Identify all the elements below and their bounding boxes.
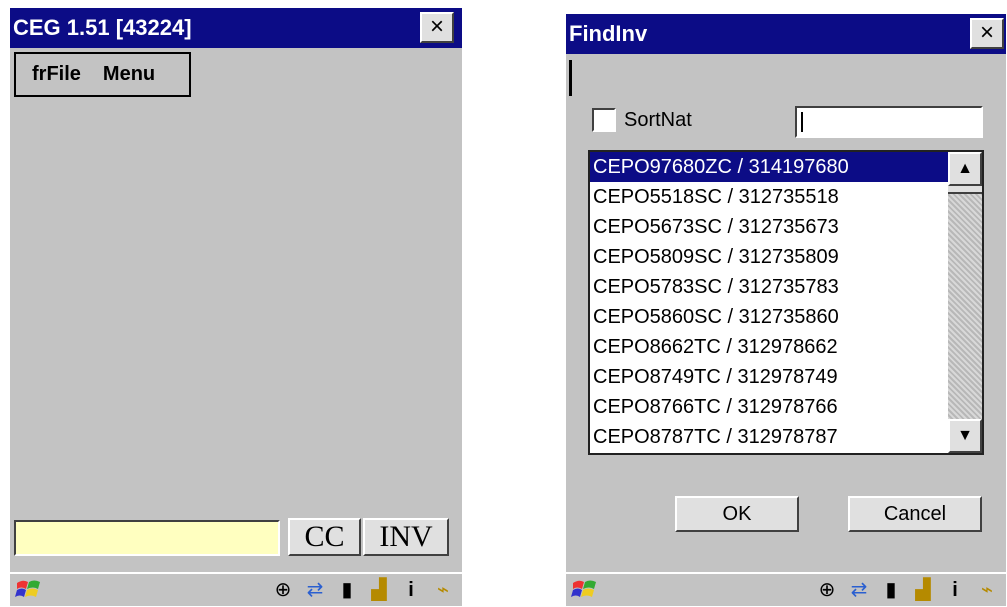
cc-button[interactable]: CC bbox=[288, 518, 361, 556]
battery-icon[interactable]: ▟ bbox=[366, 577, 392, 603]
search-cursor bbox=[801, 112, 803, 132]
left-screen: CEG 1.51 [43224] × frFile Menu CC INV ⊕ … bbox=[10, 8, 462, 606]
menu-bar: frFile Menu bbox=[14, 52, 191, 97]
right-screen: FindInv × SortNat CEPO97680ZC / 31419768… bbox=[566, 14, 1006, 606]
close-button[interactable]: × bbox=[420, 12, 454, 43]
arrow-up-icon: ▲ bbox=[957, 160, 973, 177]
findinv-close-button[interactable]: × bbox=[970, 18, 1004, 49]
scroll-thumb[interactable] bbox=[948, 186, 982, 194]
sortnat-label: SortNat bbox=[624, 109, 692, 131]
info-icon[interactable]: i bbox=[942, 577, 968, 603]
taskbar: ⊕ ⇄ ▮ ▟ i ⌁ bbox=[566, 572, 1006, 606]
taskbar: ⊕ ⇄ ▮ ▟ i ⌁ bbox=[10, 572, 462, 606]
ok-button[interactable]: OK bbox=[675, 496, 799, 532]
list-item[interactable]: CEPO5860SC / 312735860 bbox=[590, 302, 948, 332]
power-plug-icon[interactable]: ⌁ bbox=[430, 577, 456, 603]
sortnat-checkbox[interactable] bbox=[592, 108, 616, 132]
vertical-scrollbar[interactable]: ▲ ▼ bbox=[948, 152, 982, 453]
text-cursor bbox=[569, 60, 572, 96]
cancel-button[interactable]: Cancel bbox=[848, 496, 982, 532]
window-title: CEG 1.51 [43224] bbox=[13, 15, 192, 40]
list-rows: CEPO97680ZC / 314197680 CEPO5518SC / 312… bbox=[590, 152, 948, 452]
list-item[interactable]: CEPO8662TC / 312978662 bbox=[590, 332, 948, 362]
network-icon[interactable]: ⊕ bbox=[814, 577, 840, 603]
info-icon[interactable]: i bbox=[398, 577, 424, 603]
close-icon: × bbox=[979, 19, 994, 46]
top-input[interactable] bbox=[569, 60, 989, 96]
menu-item-frfile[interactable]: frFile bbox=[32, 63, 81, 86]
inv-button[interactable]: INV bbox=[363, 518, 449, 556]
battery-icon[interactable]: ▟ bbox=[910, 577, 936, 603]
arrow-down-icon: ▼ bbox=[957, 427, 973, 444]
power-plug-icon[interactable]: ⌁ bbox=[974, 577, 1000, 603]
close-icon: × bbox=[429, 13, 444, 40]
cancel-button-label: Cancel bbox=[883, 503, 947, 525]
inv-button-label: INV bbox=[379, 520, 433, 553]
sync-icon[interactable]: ⇄ bbox=[302, 577, 328, 603]
inventory-list[interactable]: CEPO97680ZC / 314197680 CEPO5518SC / 312… bbox=[588, 150, 984, 455]
list-item[interactable]: CEPO8749TC / 312978749 bbox=[590, 362, 948, 392]
sync-icon[interactable]: ⇄ bbox=[846, 577, 872, 603]
card-icon[interactable]: ▮ bbox=[878, 577, 904, 603]
scroll-up-button[interactable]: ▲ bbox=[948, 152, 982, 186]
list-item[interactable]: CEPO97680ZC / 314197680 bbox=[590, 152, 948, 182]
title-bar: CEG 1.51 [43224] × bbox=[10, 8, 462, 48]
search-field[interactable] bbox=[795, 106, 983, 138]
menu-item-menu[interactable]: Menu bbox=[103, 63, 155, 86]
list-item[interactable]: CEPO5673SC / 312735673 bbox=[590, 212, 948, 242]
start-icon[interactable] bbox=[14, 577, 44, 603]
list-item[interactable]: CEPO5518SC / 312735518 bbox=[590, 182, 948, 212]
cc-button-label: CC bbox=[304, 520, 345, 553]
list-item[interactable]: CEPO5783SC / 312735783 bbox=[590, 272, 948, 302]
ok-button-label: OK bbox=[722, 503, 752, 525]
card-icon[interactable]: ▮ bbox=[334, 577, 360, 603]
list-item[interactable]: CEPO8766TC / 312978766 bbox=[590, 392, 948, 422]
start-icon[interactable] bbox=[570, 577, 600, 603]
findinv-title: FindInv bbox=[569, 21, 648, 46]
findinv-title-bar: FindInv × bbox=[566, 14, 1006, 54]
list-item[interactable]: CEPO8787TC / 312978787 bbox=[590, 422, 948, 452]
scroll-down-button[interactable]: ▼ bbox=[948, 419, 982, 453]
system-tray: ⊕ ⇄ ▮ ▟ i ⌁ bbox=[270, 576, 456, 604]
network-icon[interactable]: ⊕ bbox=[270, 577, 296, 603]
system-tray: ⊕ ⇄ ▮ ▟ i ⌁ bbox=[814, 576, 1000, 604]
list-item[interactable]: CEPO5809SC / 312735809 bbox=[590, 242, 948, 272]
code-input[interactable] bbox=[14, 520, 280, 556]
